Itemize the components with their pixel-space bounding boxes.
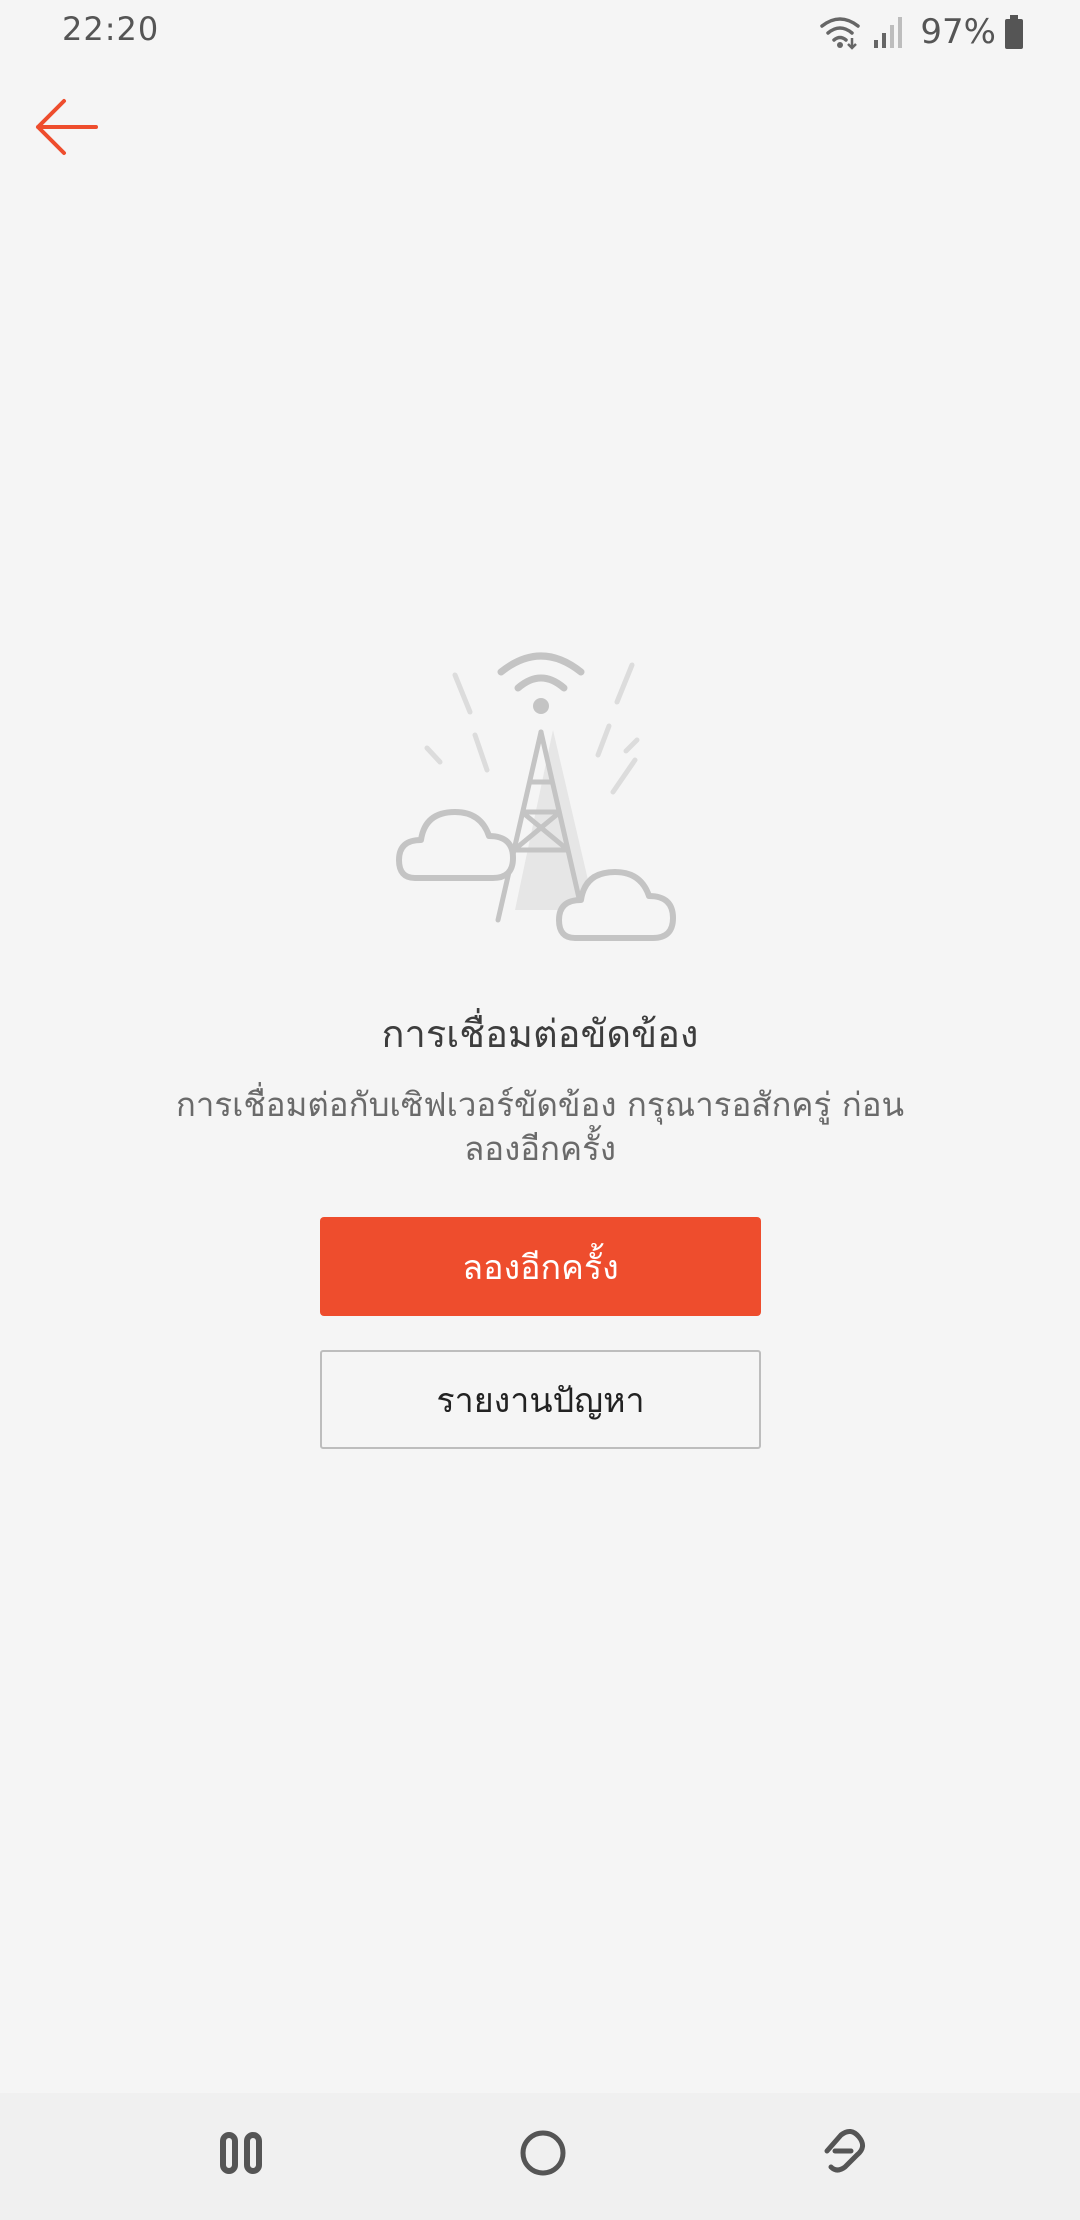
status-time: 22:20 xyxy=(62,10,160,48)
wifi-icon xyxy=(820,17,861,50)
error-message: การเชื่อมต่อกับเซิฟเวอร์ขัดข้อง กรุณารอส… xyxy=(175,1085,905,1168)
status-bar: 22:20 97% xyxy=(0,0,1080,64)
back-button[interactable] xyxy=(22,90,112,164)
status-icons: 97% xyxy=(818,12,1024,52)
signal-tower-illustration xyxy=(396,652,676,941)
battery-icon xyxy=(1005,15,1023,49)
retry-button[interactable]: ลองอีกครั้ง xyxy=(320,1217,761,1316)
battery-percent: 97% xyxy=(920,12,996,52)
nav-back-button[interactable] xyxy=(790,2113,900,2193)
error-title: การเชื่อมต่อขัดข้อง xyxy=(381,1012,699,1056)
signal-icon xyxy=(874,17,903,48)
back-arrow-icon xyxy=(36,99,98,155)
nav-recents-button[interactable] xyxy=(187,2113,297,2193)
back-icon xyxy=(824,2129,865,2173)
system-nav-bar xyxy=(0,2093,1080,2220)
home-icon xyxy=(520,2130,566,2176)
report-problem-button[interactable]: รายงานปัญหา xyxy=(320,1350,761,1449)
recents-icon xyxy=(220,2132,262,2174)
nav-home-button[interactable] xyxy=(488,2113,598,2193)
